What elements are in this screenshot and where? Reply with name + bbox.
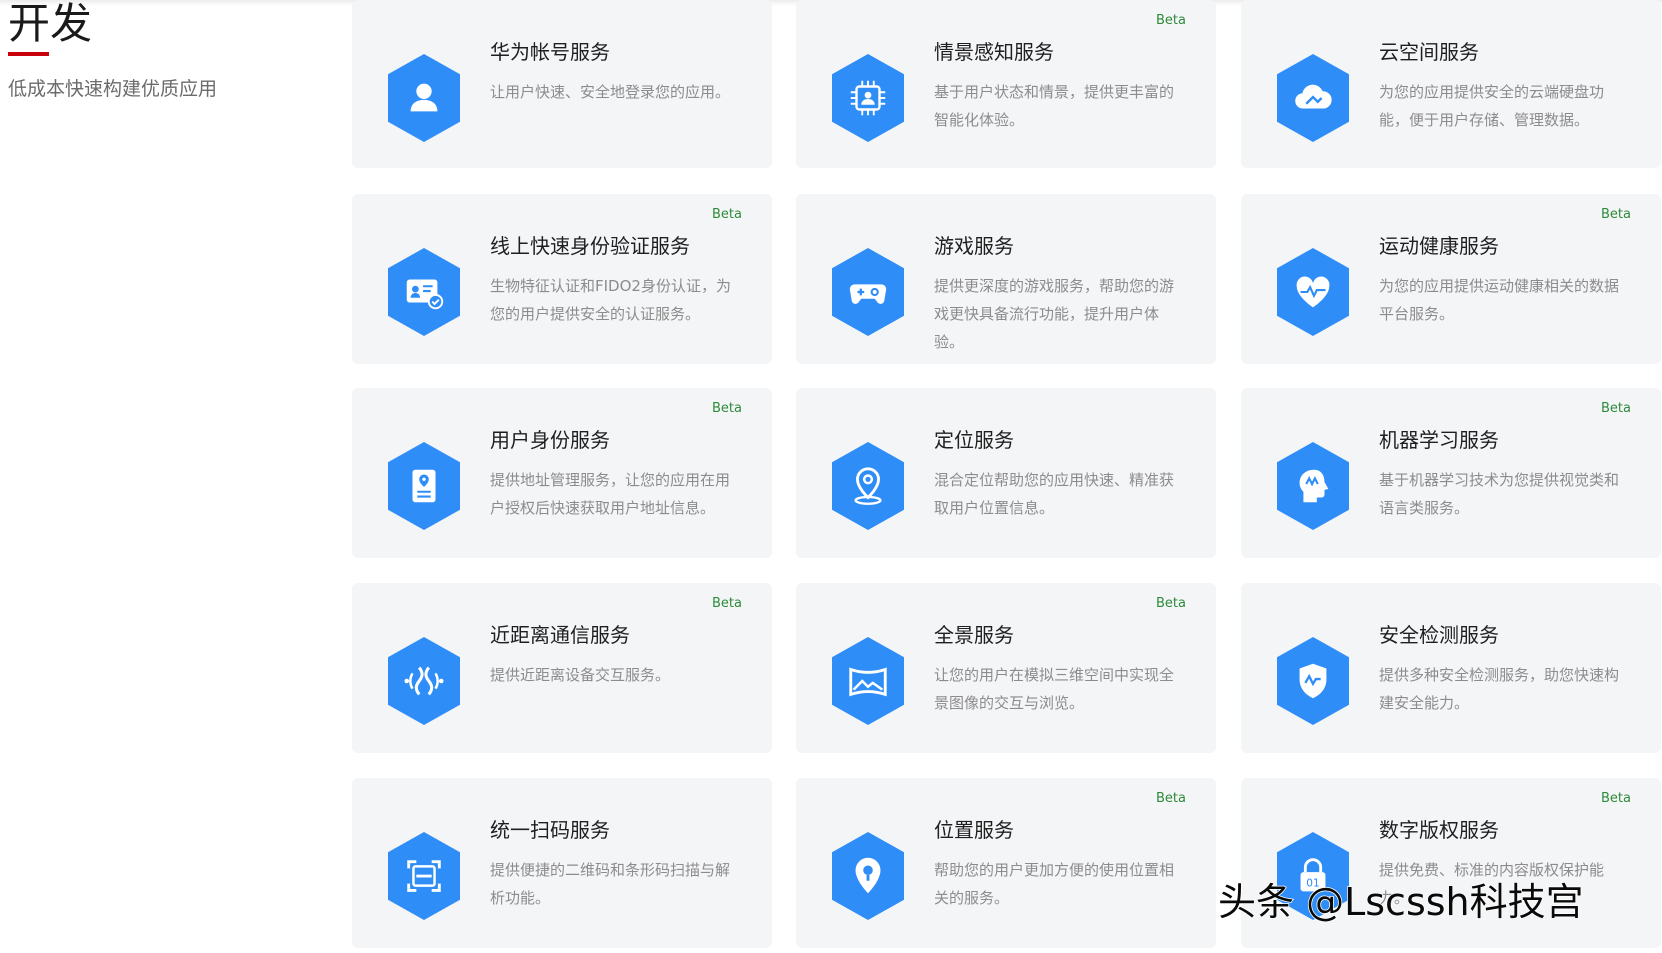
card-title: 统一扫码服务 <box>490 818 610 842</box>
beta-badge: Beta <box>712 596 742 611</box>
user-icon <box>388 54 460 142</box>
scan-icon <box>388 832 460 920</box>
cloud-icon <box>1277 54 1349 142</box>
card-title: 位置服务 <box>934 818 1014 842</box>
beta-badge: Beta <box>712 401 742 416</box>
card-title: 线上快速身份验证服务 <box>490 234 690 258</box>
beta-badge: Beta <box>1156 791 1186 806</box>
card-description: 混合定位帮助您的应用快速、精准获取用户位置信息。 <box>934 471 1175 517</box>
shield-pulse-icon <box>1277 637 1349 725</box>
card-description: 提供地址管理服务，让您的应用在用户授权后快速获取用户地址信息。 <box>490 471 731 517</box>
service-card-ml[interactable]: Beta 机器学习服务 基于机器学习技术为您提供视觉类和语言类服务。 <box>1241 388 1661 558</box>
card-description: 让用户快速、安全地登录您的应用。 <box>490 83 731 101</box>
chip-user-icon <box>832 54 904 142</box>
title-underline <box>8 52 49 56</box>
card-title: 情景感知服务 <box>934 40 1054 64</box>
service-card-awareness[interactable]: Beta 情景感知服务 基于用户状态和情景，提供更丰富的智能化体验。 <box>796 0 1216 168</box>
card-title: 全景服务 <box>934 623 1014 647</box>
card-title: 定位服务 <box>934 428 1014 452</box>
service-card-game[interactable]: 游戏服务 提供更深度的游戏服务，帮助您的游戏更快具备流行功能，提升用户体验。 <box>796 194 1216 364</box>
card-title: 云空间服务 <box>1379 40 1479 64</box>
service-card-scan[interactable]: 统一扫码服务 提供便捷的二维码和条形码扫描与解析功能。 <box>352 778 772 948</box>
panorama-icon <box>832 637 904 725</box>
card-title: 近距离通信服务 <box>490 623 630 647</box>
beta-badge: Beta <box>1156 13 1186 28</box>
service-card-site[interactable]: Beta 位置服务 帮助您的用户更加方便的使用位置相关的服务。 <box>796 778 1216 948</box>
service-card-safety[interactable]: 安全检测服务 提供多种安全检测服务，助您快速构建安全能力。 <box>1241 583 1661 753</box>
card-title: 安全检测服务 <box>1379 623 1499 647</box>
beta-badge: Beta <box>1156 596 1186 611</box>
service-card-health[interactable]: Beta 运动健康服务 为您的应用提供运动健康相关的数据平台服务。 <box>1241 194 1661 364</box>
card-title: 游戏服务 <box>934 234 1014 258</box>
service-card-cloud[interactable]: 云空间服务 为您的应用提供安全的云端硬盘功能，便于用户存储、管理数据。 <box>1241 0 1661 168</box>
card-description: 基于用户状态和情景，提供更丰富的智能化体验。 <box>934 83 1175 129</box>
card-description: 基于机器学习技术为您提供视觉类和语言类服务。 <box>1379 471 1620 517</box>
watermark: 头条 @Lscssh科技宫 <box>1217 879 1584 925</box>
ai-head-icon <box>1277 442 1349 530</box>
service-card-panorama[interactable]: Beta 全景服务 让您的用户在模拟三维空间中实现全景图像的交互与浏览。 <box>796 583 1216 753</box>
section-subtitle: 低成本快速构建优质应用 <box>8 78 218 100</box>
card-description: 帮助您的用户更加方便的使用位置相关的服务。 <box>934 861 1175 907</box>
id-card-check-icon <box>388 248 460 336</box>
card-title: 华为帐号服务 <box>490 40 610 64</box>
address-doc-icon <box>388 442 460 530</box>
service-card-fido[interactable]: Beta 线上快速身份验证服务 生物特征认证和FIDO2身份认证，为您的用户提供… <box>352 194 772 364</box>
heart-pulse-icon <box>1277 248 1349 336</box>
card-description: 提供更深度的游戏服务，帮助您的游戏更快具备流行功能，提升用户体验。 <box>934 277 1175 351</box>
beta-badge: Beta <box>1601 207 1631 222</box>
location-pin-icon <box>832 442 904 530</box>
nearby-signal-icon <box>388 637 460 725</box>
section-title: 开发 <box>8 0 93 48</box>
card-description: 提供多种安全检测服务，助您快速构建安全能力。 <box>1379 666 1620 712</box>
service-card-account[interactable]: 华为帐号服务 让用户快速、安全地登录您的应用。 <box>352 0 772 168</box>
gamepad-icon <box>832 248 904 336</box>
service-card-identity[interactable]: Beta 用户身份服务 提供地址管理服务，让您的应用在用户授权后快速获取用户地址… <box>352 388 772 558</box>
service-card-nearby[interactable]: Beta 近距离通信服务 提供近距离设备交互服务。 <box>352 583 772 753</box>
beta-badge: Beta <box>712 207 742 222</box>
card-description: 让您的用户在模拟三维空间中实现全景图像的交互与浏览。 <box>934 666 1175 712</box>
beta-badge: Beta <box>1601 401 1631 416</box>
card-description: 为您的应用提供安全的云端硬盘功能，便于用户存储、管理数据。 <box>1379 83 1605 129</box>
card-description: 提供便捷的二维码和条形码扫描与解析功能。 <box>490 861 731 907</box>
card-description: 为您的应用提供运动健康相关的数据平台服务。 <box>1379 277 1620 323</box>
service-card-location[interactable]: 定位服务 混合定位帮助您的应用快速、精准获取用户位置信息。 <box>796 388 1216 558</box>
card-title: 用户身份服务 <box>490 428 610 452</box>
card-description: 生物特征认证和FIDO2身份认证，为您的用户提供安全的认证服务。 <box>490 277 731 323</box>
card-title: 机器学习服务 <box>1379 428 1499 452</box>
card-title: 运动健康服务 <box>1379 234 1499 258</box>
card-title: 数字版权服务 <box>1379 818 1499 842</box>
beta-badge: Beta <box>1601 791 1631 806</box>
map-pin-icon <box>832 832 904 920</box>
card-description: 提供近距离设备交互服务。 <box>490 666 671 684</box>
